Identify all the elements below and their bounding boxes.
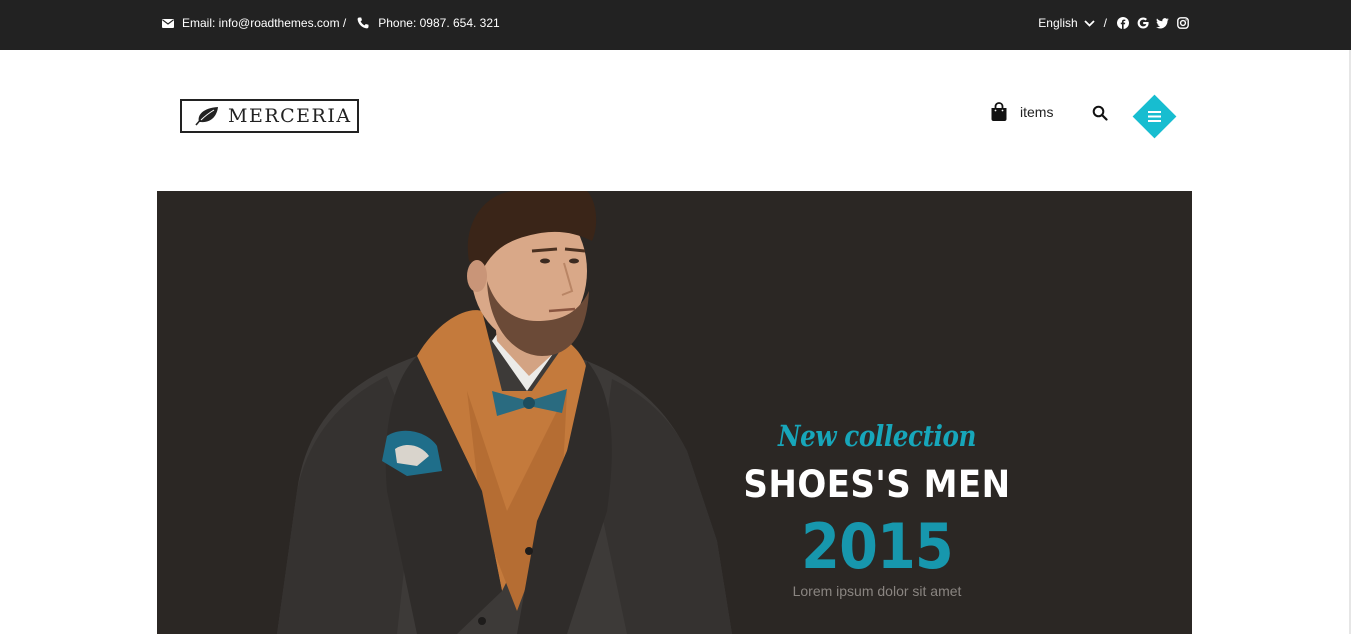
- phone-icon: [356, 16, 370, 30]
- instagram-icon[interactable]: [1176, 17, 1189, 30]
- phone-number[interactable]: Phone: 0987. 654. 321: [378, 16, 499, 30]
- facebook-icon[interactable]: [1116, 17, 1129, 30]
- hero-banner[interactable]: New collection SHOES'S MEN 2015 Lorem ip…: [157, 191, 1192, 634]
- language-selector[interactable]: English: [1038, 16, 1095, 30]
- email-link[interactable]: Email: info@roadthemes.com /: [182, 16, 346, 30]
- top-bar: Email: info@roadthemes.com / Phone: 0987…: [0, 0, 1351, 50]
- cart-button[interactable]: items: [990, 102, 1053, 122]
- banner-subtitle: Lorem ipsum dolor sit amet: [792, 583, 962, 599]
- model-photo: [277, 191, 732, 634]
- google-icon[interactable]: [1136, 17, 1149, 30]
- banner-caption: New collection SHOES'S MEN 2015 Lorem ip…: [717, 419, 1037, 599]
- envelope-icon: [161, 16, 175, 30]
- logo[interactable]: MERCERIA: [180, 99, 359, 133]
- leaf-icon: [195, 107, 218, 126]
- shopping-bag-icon: [991, 102, 1007, 121]
- topbar-right: English /: [1038, 16, 1189, 30]
- cart-items-label: items: [1020, 104, 1054, 120]
- banner-year: 2015: [801, 510, 954, 583]
- banner-script-text: New collection: [777, 419, 977, 453]
- twitter-icon[interactable]: [1156, 17, 1169, 30]
- contact-info: Email: info@roadthemes.com / Phone: 0987…: [161, 16, 500, 30]
- search-icon[interactable]: [1092, 105, 1108, 121]
- divider: /: [1103, 16, 1107, 30]
- banner-title: SHOES'S MEN: [743, 463, 1011, 506]
- chevron-down-icon: [1084, 19, 1095, 27]
- hamburger-icon: [1148, 111, 1161, 122]
- menu-button[interactable]: [1132, 94, 1177, 139]
- language-label: English: [1038, 16, 1078, 30]
- logo-text: MERCERIA: [228, 105, 352, 127]
